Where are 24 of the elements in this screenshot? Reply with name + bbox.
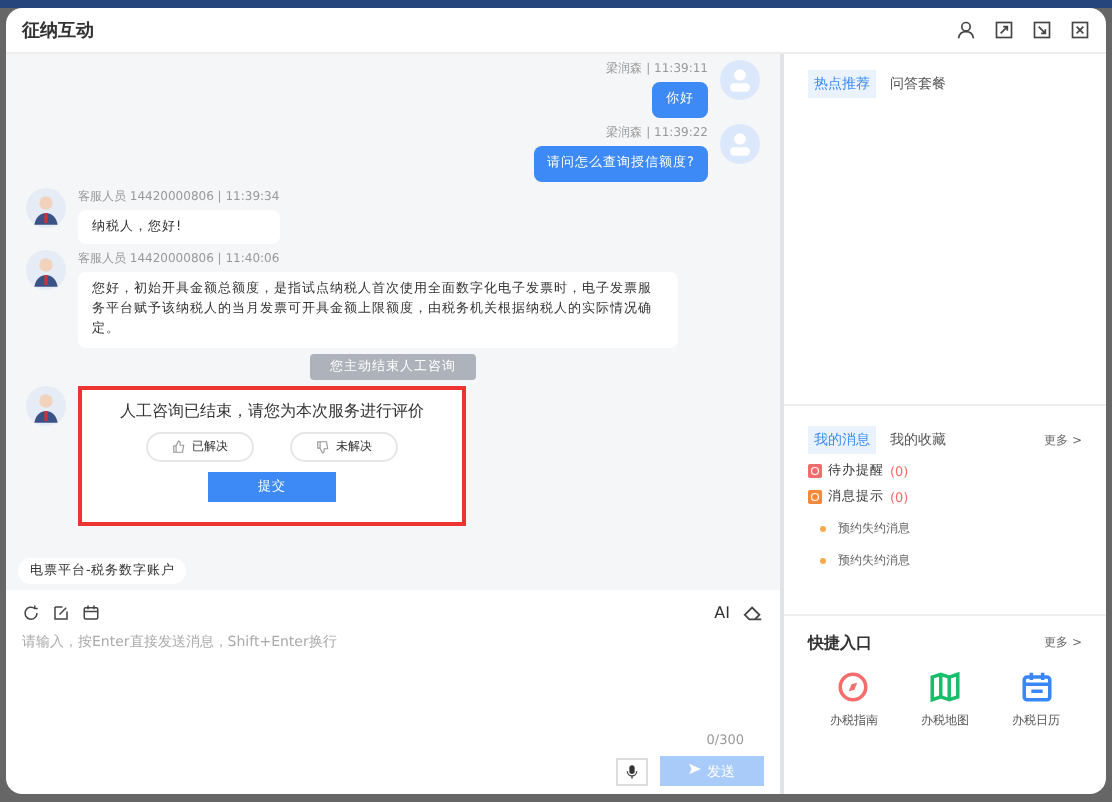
microphone-icon bbox=[624, 763, 640, 779]
edit-icon[interactable] bbox=[52, 604, 70, 622]
ai-button[interactable]: AI bbox=[714, 604, 730, 622]
agent-avatar-icon bbox=[26, 250, 66, 291]
minimize-icon[interactable] bbox=[1032, 20, 1052, 40]
rating-prompt: 人工咨询已结束，请您为本次服务进行评价 bbox=[120, 399, 424, 421]
eraser-icon[interactable] bbox=[742, 602, 764, 624]
calendar-icon[interactable] bbox=[82, 604, 100, 622]
close-icon[interactable] bbox=[1070, 20, 1090, 40]
user-icon[interactable] bbox=[956, 20, 976, 40]
agent-avatar-icon bbox=[26, 187, 66, 227]
section-title: 快捷入口 bbox=[808, 632, 872, 654]
bullet-icon bbox=[820, 526, 826, 532]
thumbs-up-icon bbox=[172, 439, 186, 453]
bullet-icon bbox=[820, 558, 826, 564]
thumbs-down-icon bbox=[316, 439, 330, 453]
refresh-icon[interactable] bbox=[22, 604, 40, 622]
window-title: 征纳互动 bbox=[22, 19, 96, 43]
send-icon bbox=[688, 761, 703, 775]
microphone-button[interactable] bbox=[616, 757, 648, 785]
avatar-icon bbox=[720, 60, 760, 100]
avatar-icon bbox=[720, 123, 760, 164]
expand-icon[interactable] bbox=[994, 20, 1014, 40]
agent-avatar-icon bbox=[26, 385, 66, 425]
